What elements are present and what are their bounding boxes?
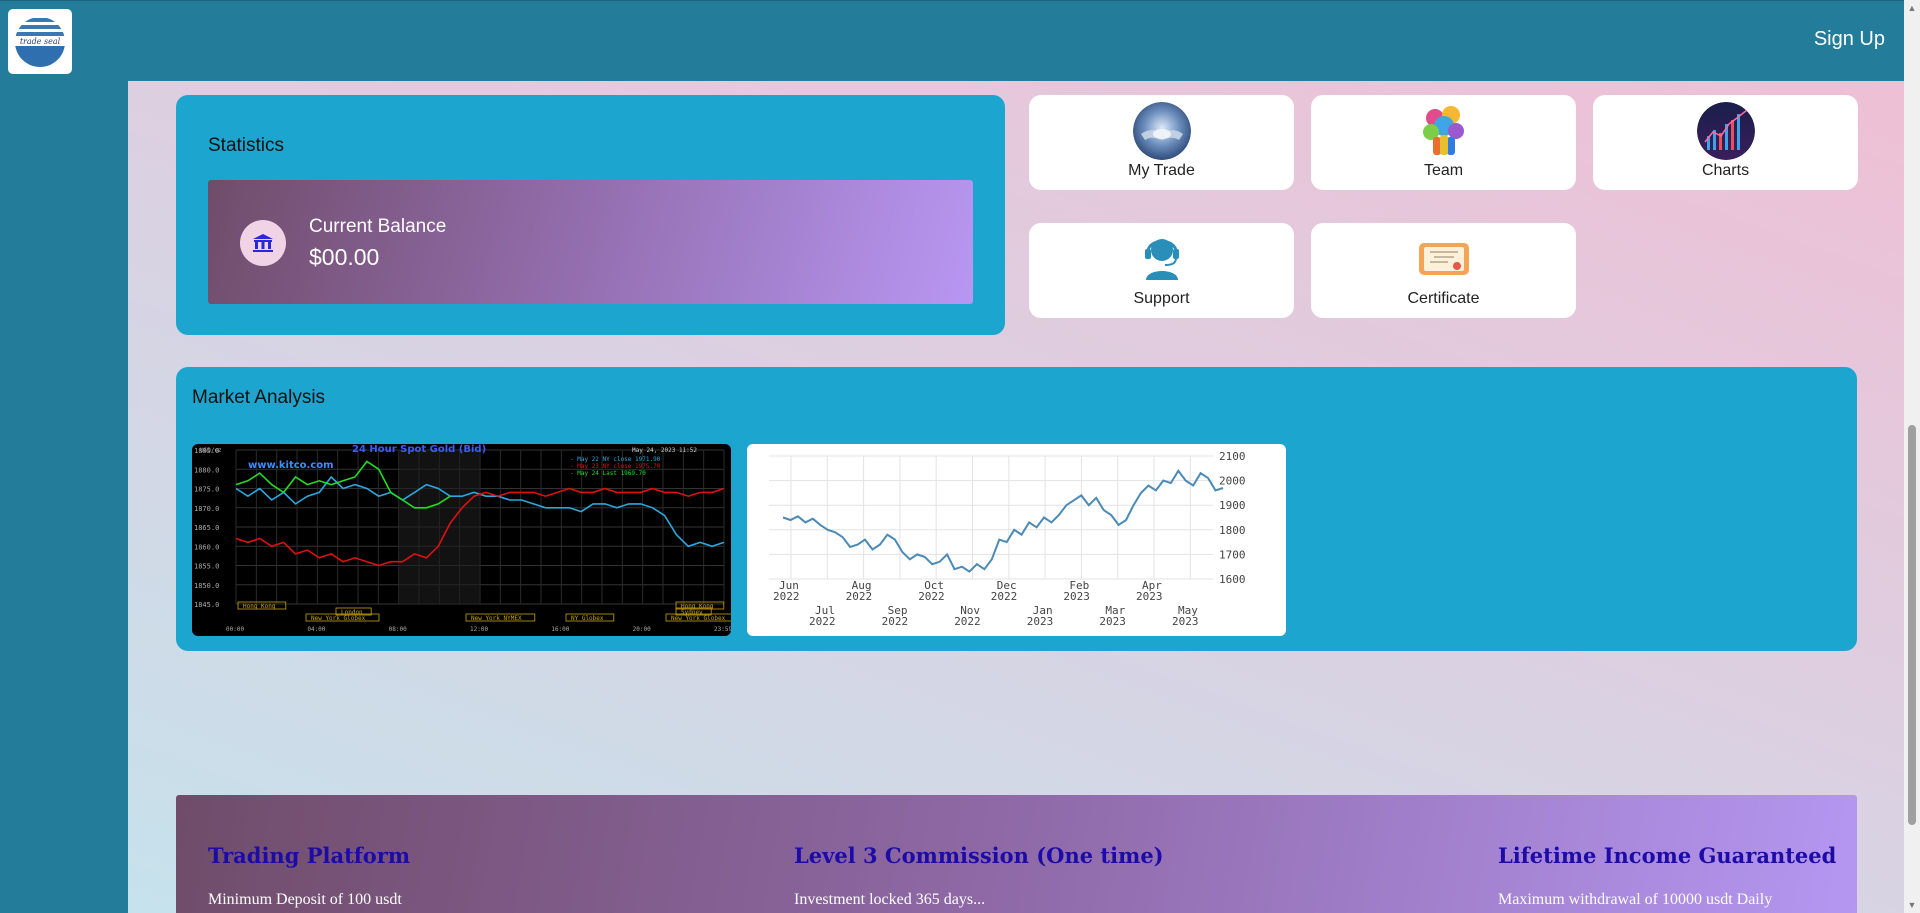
x-tick-label: 2022	[809, 615, 836, 628]
x-tick-label: 2023	[1136, 590, 1163, 603]
market-analysis-card: Market Analysis 1885.0 1880.0 1875.0 1870.0…	[176, 367, 1857, 651]
y-tick-label: 1845.0	[194, 601, 219, 609]
tile-team[interactable]: Team	[1311, 95, 1576, 190]
y-tick-label: 1900	[1219, 499, 1246, 512]
x-tick-label: 20:00	[633, 626, 651, 633]
tile-label-support: Support	[1133, 290, 1190, 307]
legend-entry: - May 23 NY close 1975.70	[570, 463, 661, 470]
charts-icon	[1696, 102, 1755, 160]
gold-price-chart-svg: 210020001900180017001600Jun2022Aug2022Oc…	[769, 450, 1246, 628]
series-line	[782, 469, 1224, 573]
signup-link[interactable]: Sign Up	[1814, 28, 1885, 51]
handshake-globe-icon	[1132, 102, 1191, 160]
x-tick-label: 23:59	[714, 626, 731, 633]
y-tick-label: 1600	[1219, 573, 1246, 586]
chart-title: 24 Hour Spot Gold (Bid)	[352, 444, 486, 455]
x-tick-label: 2022	[991, 590, 1018, 603]
feature-desc-lifetime-income: Maximum withdrawal of 10000 usdt Daily	[1498, 891, 1773, 908]
x-tick-label: 2022	[918, 590, 945, 603]
bank-icon	[240, 220, 286, 266]
logo[interactable]: trade seal	[8, 9, 72, 74]
y-tick-label: 2000	[1219, 475, 1246, 488]
main-content: Statistics Current Balance $00.00 My Tra…	[128, 81, 1904, 913]
gold-price-chart[interactable]: 2100 2000 1900 1800 1700 1600 Jun 2022 Aug 2022 Oc…	[747, 444, 1286, 636]
y-axis-label: USD/oz	[200, 447, 222, 454]
x-tick-label: 2022	[954, 615, 981, 628]
statistics-title: Statistics	[208, 135, 285, 156]
tile-support[interactable]: Support	[1029, 223, 1294, 318]
y-tick-label: 1865.0	[194, 524, 219, 532]
x-tick-label: 2023	[1063, 590, 1090, 603]
current-balance-box: Current Balance $00.00	[208, 180, 973, 304]
y-tick-label: 1875.0	[194, 486, 219, 494]
y-tick-label: 1860.0	[194, 543, 219, 551]
y-tick-label: 1855.0	[194, 563, 219, 571]
tile-certificate[interactable]: Certificate	[1311, 223, 1576, 318]
certificate-icon	[1415, 230, 1473, 288]
x-tick-label: 2022	[882, 615, 909, 628]
balance-value: $00.00	[309, 244, 380, 270]
tile-my-trade[interactable]: My Trade	[1029, 95, 1294, 190]
session-label: New York NYMEX	[471, 615, 522, 622]
page-scrollbar[interactable]: ▲ ▼	[1904, 0, 1920, 913]
gold-spot-chart-svg: 1885.01880.01875.01870.01865.01860.01855…	[194, 444, 731, 633]
session-label: NY Globex	[571, 615, 604, 622]
scroll-thumb[interactable]	[1908, 425, 1916, 825]
support-headset-icon	[1133, 230, 1191, 288]
x-tick-label: 00:00	[226, 626, 244, 633]
x-tick-label: 2022	[773, 590, 800, 603]
feature-title-level3-commission: Level 3 Commission (One time)	[794, 843, 1164, 868]
scroll-down-arrow-icon[interactable]: ▼	[1904, 897, 1920, 913]
chart-date: May 24, 2023 11:52	[632, 447, 697, 454]
x-tick-label: 16:00	[551, 626, 569, 633]
x-tick-label: 08:00	[389, 626, 407, 633]
session-label: Hong Kong	[243, 603, 276, 610]
legend-entry: - May 24 Last 1969.70	[570, 470, 646, 477]
gold-spot-chart[interactable]: 1885.0 1880.0 1875.0 1870.0 1865.0 1860.0 1855…	[192, 444, 731, 636]
statistics-card: Statistics Current Balance $00.00	[176, 95, 1005, 335]
scroll-up-arrow-icon[interactable]: ▲	[1904, 0, 1920, 16]
y-tick-label: 1880.0	[194, 466, 219, 474]
feature-title-trading-platform: Trading Platform	[208, 843, 411, 868]
market-analysis-title: Market Analysis	[192, 387, 326, 408]
team-icon	[1414, 102, 1473, 160]
y-tick-label: 1870.0	[194, 505, 219, 513]
balance-label: Current Balance	[309, 216, 447, 237]
svg-text:trade seal: trade seal	[20, 37, 61, 46]
logo-icon: trade seal	[15, 16, 65, 67]
feature-desc-level3-commission: Investment locked 365 days...	[794, 891, 986, 908]
x-tick-label: 2023	[1099, 615, 1126, 628]
chart-source: www.kitco.com	[248, 460, 334, 471]
feature-title-lifetime-income: Lifetime Income Guaranteed	[1498, 843, 1837, 868]
session-label: New York Globex	[671, 615, 726, 622]
y-tick-label: 1700	[1219, 548, 1246, 561]
shaded-band	[398, 450, 480, 604]
tile-label-team: Team	[1423, 162, 1464, 179]
session-label: New York Globex	[311, 615, 366, 622]
y-tick-label: 1850.0	[194, 582, 219, 590]
x-tick-label: 2022	[846, 590, 873, 603]
top-bar: trade seal Sign Up	[0, 0, 1920, 81]
x-tick-label: 04:00	[307, 626, 325, 633]
y-tick-label: 2100	[1219, 450, 1246, 463]
legend-entry: - May 22 NY close 1971.90	[570, 456, 661, 463]
x-tick-label: 2023	[1172, 615, 1199, 628]
feature-desc-trading-platform: Minimum Deposit of 100 usdt	[208, 891, 402, 908]
x-tick-label: 12:00	[470, 626, 488, 633]
features-band: Trading Platform Minimum Deposit of 100 …	[176, 795, 1857, 913]
tile-label-charts: Charts	[1701, 162, 1750, 179]
tile-label-my-trade: My Trade	[1128, 162, 1195, 179]
tile-charts[interactable]: Charts	[1593, 95, 1858, 190]
x-tick-label: 2023	[1027, 615, 1054, 628]
y-tick-label: 1800	[1219, 524, 1246, 537]
tile-label-certificate: Certificate	[1407, 290, 1480, 307]
